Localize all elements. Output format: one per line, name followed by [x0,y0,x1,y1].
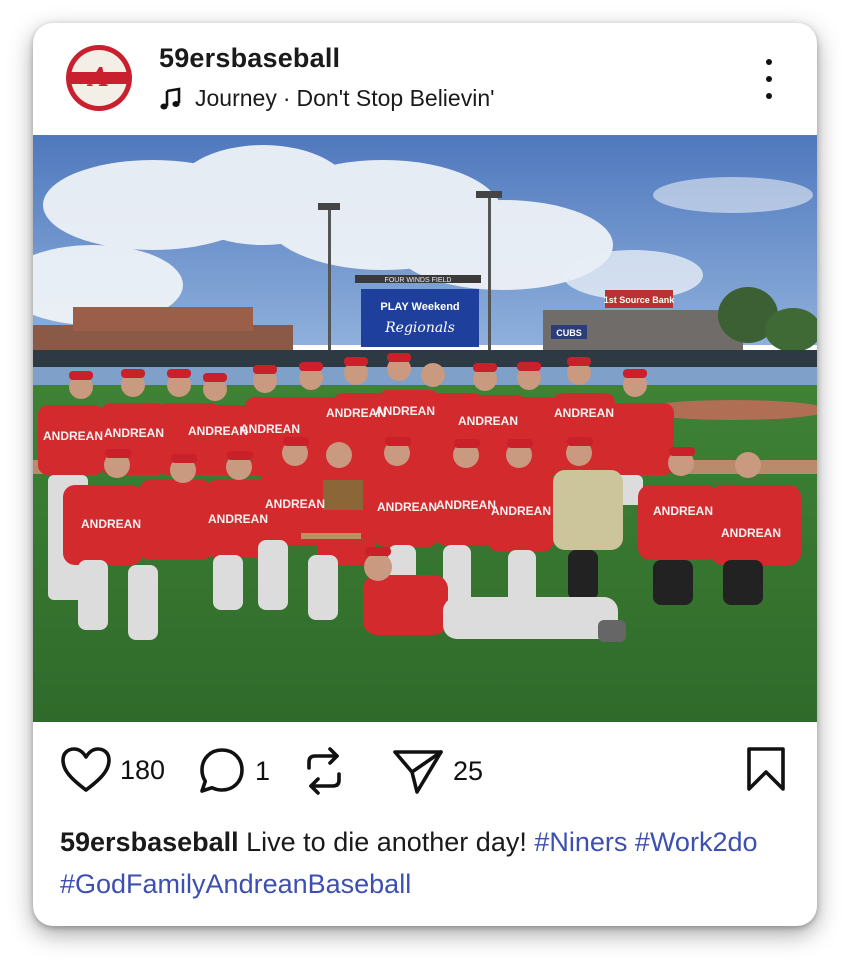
music-song: Don't Stop Believin' [296,85,495,111]
share-action[interactable]: 25 [391,746,483,796]
caption-username[interactable]: 59ersbaseball [60,827,239,857]
jersey-text: ANDREAN [208,512,268,526]
jersey-text: ANDREAN [104,426,164,440]
jersey-text: ANDREAN [653,504,713,518]
hashtag[interactable]: #GodFamilyAndreanBaseball [60,869,411,899]
comments-count: 1 [255,755,271,786]
music-separator: · [282,85,291,111]
scoreboard-line2: Regionals [384,320,455,336]
sign-bank: 1st Source Bank [604,295,676,305]
jersey-text: ANDREAN [436,498,496,512]
jersey-text: ANDREAN [188,424,248,438]
post-caption: 59ersbaseball Live to die another day! #… [60,821,800,905]
jersey-text: ANDREAN [81,517,141,531]
music-info[interactable]: Journey · Don't Stop Believin' [159,85,495,112]
bookmark-icon [747,747,785,791]
jersey-text: ANDREAN [554,406,614,420]
jersey-text: ANDREAN [458,414,518,428]
hashtag[interactable]: #Work2do [635,827,758,857]
caption-text: Live to die another day! [246,827,527,857]
like-action[interactable]: 180 [60,746,165,794]
music-artist: Journey [195,85,277,111]
post-card: A 59ersbaseball Journey · Don't Stop Bel… [33,23,817,926]
post-username[interactable]: 59ersbaseball [159,43,340,74]
share-icon [393,750,443,794]
more-options-icon[interactable] [757,59,781,99]
heart-icon [61,747,111,792]
scoreboard-title: FOUR WINDS FIELD [385,277,452,284]
music-note-icon [160,86,181,109]
scoreboard-line1: PLAY Weekend [380,301,459,313]
jersey-text: ANDREAN [375,404,435,418]
sign-cubs: CUBS [556,328,582,338]
post-header: A 59ersbaseball Journey · Don't Stop Bel… [33,23,817,135]
bookmark-action[interactable] [745,746,787,792]
post-photo[interactable]: CUBS 1st Source Bank FOUR WINDS FIELD PL… [33,135,817,722]
comment-icon [200,748,244,793]
hashtag[interactable]: #Niners [534,827,627,857]
jersey-text: ANDREAN [240,422,300,436]
comment-action[interactable]: 1 [197,746,270,796]
repost-action[interactable] [301,746,347,796]
repost-icon [307,747,341,795]
jersey-text: ANDREAN [721,526,781,540]
avatar[interactable]: A [66,45,132,111]
jersey-text: ANDREAN [265,497,325,511]
action-bar: 180 1 25 [33,722,817,822]
jersey-text: ANDREAN [491,504,551,518]
jersey-text: ANDREAN [377,500,437,514]
jersey-text: ANDREAN [43,429,103,443]
shares-count: 25 [453,755,484,786]
likes-count: 180 [120,754,166,785]
